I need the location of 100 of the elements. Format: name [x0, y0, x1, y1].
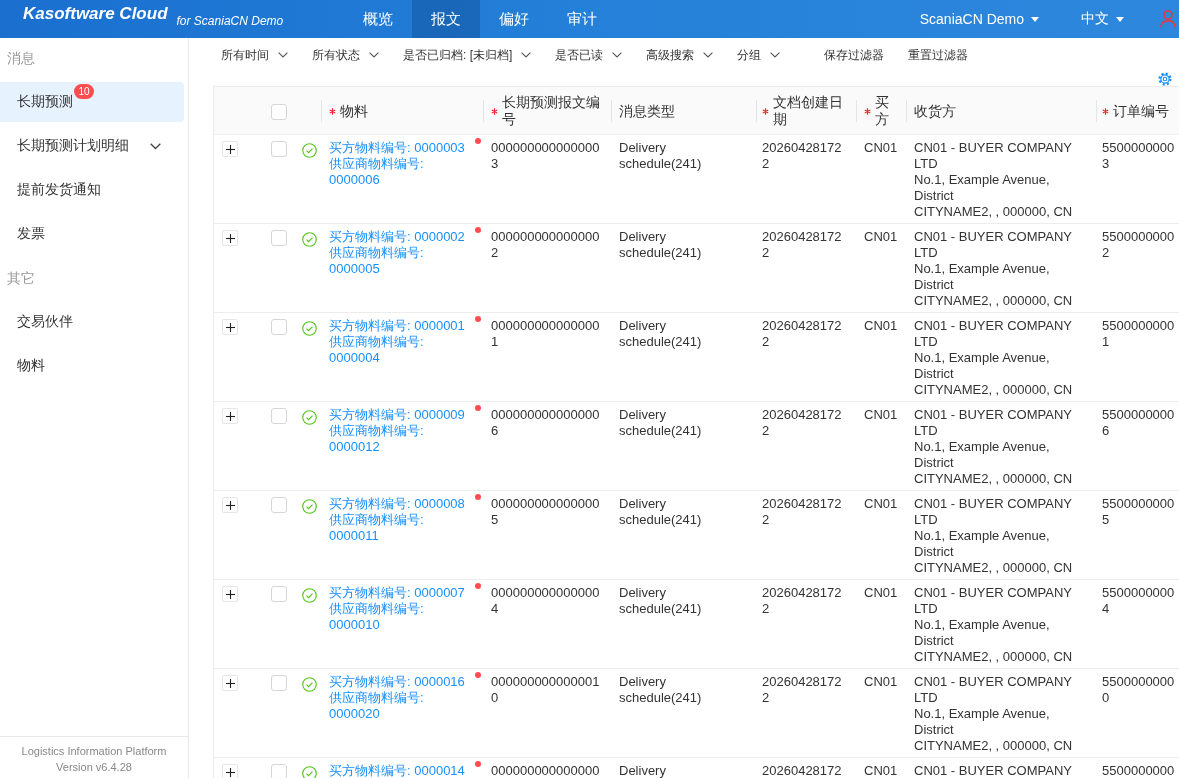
created-date: 202604281722 — [762, 318, 843, 350]
chevron-down-icon — [521, 52, 532, 58]
brand-name: Kasoftware Cloud — [23, 4, 168, 24]
caret-icon — [1116, 16, 1124, 22]
buyer-material-link[interactable]: 买方物料编号: 0000014 — [329, 763, 465, 778]
row-checkbox[interactable] — [271, 319, 287, 335]
filter-dropdown[interactable]: 是否已读 — [555, 44, 623, 66]
column-title: 买方 — [875, 94, 890, 128]
column-title: 长期预测报文编号 — [502, 94, 601, 128]
select-all-checkbox[interactable] — [271, 103, 287, 120]
nav-tab[interactable]: 偏好 — [480, 0, 548, 38]
supplier-material-link[interactable]: 供应商物料编号: 0000011 — [329, 512, 471, 544]
row-checkbox[interactable] — [271, 586, 287, 602]
order-number: 5500000000 — [1102, 763, 1176, 778]
message-type: Delivery — [619, 763, 667, 778]
supplier-material-link[interactable]: 供应商物料编号: 0000010 — [329, 601, 471, 633]
plus-icon — [225, 500, 235, 510]
created-date: 202604281722 — [762, 140, 843, 172]
filter-dropdown[interactable]: 所有时间 — [221, 44, 288, 66]
sidebar-item[interactable]: 长期预测 10 — [0, 82, 184, 122]
sidebar-item[interactable]: 提前发货通知 — [0, 170, 184, 210]
language-dropdown[interactable]: 中文 — [1081, 10, 1124, 28]
message-number: 000000000000000 — [491, 763, 601, 778]
buyer-material-link[interactable]: 买方物料编号: 0000003 — [329, 140, 465, 156]
created-date: 202604281722 — [762, 229, 843, 261]
plus-icon — [225, 767, 235, 777]
buyer-material-link[interactable]: 买方物料编号: 0000008 — [329, 496, 465, 512]
sidebar-item[interactable]: 物料 — [0, 346, 184, 386]
expand-row-button[interactable] — [222, 319, 238, 335]
sidebar-item[interactable]: 长期预测计划明细 — [0, 126, 184, 166]
receiver-address: CN01 - BUYER COMPANY LTD No.1, Example Avenue, District CITYNAME2, , 000000, CN — [914, 229, 1074, 309]
expand-row-button[interactable] — [222, 764, 238, 778]
expand-row-button[interactable] — [222, 586, 238, 602]
buyer-material-link[interactable]: 买方物料编号: 0000009 — [329, 407, 465, 423]
expand-row-button[interactable] — [222, 230, 238, 246]
filter-dropdown[interactable]: 所有状态 — [312, 44, 379, 66]
nav-tab[interactable]: 概览 — [344, 0, 412, 38]
filter-dropdown[interactable]: 分组 — [737, 44, 781, 66]
buyer-code: CN01 — [864, 229, 899, 245]
plus-icon — [225, 144, 235, 154]
plus-icon — [225, 678, 235, 688]
supplier-material-link[interactable]: 供应商物料编号: 0000005 — [329, 245, 471, 277]
column-title: 文档创建日期 — [773, 94, 844, 128]
column-title: 收货方 — [914, 102, 956, 120]
row-checkbox[interactable] — [271, 230, 287, 246]
buyer-code: CN01 — [864, 674, 899, 690]
order-number: 5500000000 6 — [1102, 407, 1176, 439]
supplier-material-link[interactable]: 供应商物料编号: 0000004 — [329, 334, 471, 366]
sidebar-section-title: 消息 — [6, 49, 36, 68]
message-type: Delivery schedule(241) — [619, 585, 703, 617]
supplier-material-link[interactable]: 供应商物料编号: 0000012 — [329, 423, 471, 455]
plus-icon — [225, 233, 235, 243]
caret-icon — [1031, 16, 1039, 22]
filter-action-button[interactable]: 重置过滤器 — [908, 44, 969, 66]
message-number: 0000000000000002 — [491, 229, 601, 261]
supplier-material-link[interactable]: 供应商物料编号: 0000020 — [329, 690, 471, 722]
filter-dropdown[interactable]: 高级搜索 — [646, 44, 714, 66]
buyer-code: CN01 — [864, 585, 899, 601]
chevron-down-icon — [278, 52, 288, 58]
order-number: 5500000000 1 — [1102, 318, 1176, 350]
expand-row-button[interactable] — [222, 141, 238, 157]
filter-dropdown[interactable]: 是否已归档: [未归档] — [403, 44, 532, 66]
created-date: 20260428172 — [762, 763, 843, 778]
row-checkbox[interactable] — [271, 764, 287, 778]
created-date: 202604281722 — [762, 496, 843, 528]
receiver-address: CN01 - BUYER COMPANY LTD No.1, Example Avenue, District CITYNAME2, , 000000, CN — [914, 496, 1074, 576]
message-number: 0000000000000001 — [491, 318, 601, 350]
user-icon[interactable] — [1160, 10, 1176, 28]
row-checkbox[interactable] — [271, 497, 287, 513]
plus-icon — [225, 589, 235, 599]
nav-tab[interactable]: 审计 — [548, 0, 616, 38]
order-number: 5500000000 0 — [1102, 674, 1176, 706]
row-checkbox[interactable] — [271, 675, 287, 691]
sidebar-item[interactable]: 发票 — [0, 214, 184, 254]
order-number: 5500000000 4 — [1102, 585, 1176, 617]
message-number: 0000000000000005 — [491, 496, 601, 528]
buyer-material-link[interactable]: 买方物料编号: 0000002 — [329, 229, 465, 245]
expand-row-button[interactable] — [222, 675, 238, 691]
receiver-address: CN01 - BUYER COMPANY LTD No.1, Example Avenue, District CITYNAME2, , 000000, CN — [914, 585, 1074, 665]
buyer-material-link[interactable]: 买方物料编号: 0000001 — [329, 318, 465, 334]
buyer-code: CN01 — [864, 496, 899, 512]
nav-tab[interactable]: 报文 — [412, 0, 480, 38]
filter-action-button[interactable]: 保存过滤器 — [824, 44, 885, 66]
buyer-material-link[interactable]: 买方物料编号: 0000007 — [329, 585, 465, 601]
chevron-down-icon — [369, 52, 379, 58]
count-badge: 10 — [74, 84, 94, 99]
settings-icon[interactable] — [1158, 72, 1172, 86]
expand-row-button[interactable] — [222, 497, 238, 513]
account-dropdown[interactable]: ScaniaCN Demo — [919, 11, 1039, 27]
row-checkbox[interactable] — [271, 141, 287, 157]
message-type: Delivery schedule(241) — [619, 674, 703, 706]
row-checkbox[interactable] — [271, 408, 287, 424]
sidebar-item[interactable]: 交易伙伴 — [0, 302, 184, 342]
supplier-material-link[interactable]: 供应商物料编号: 0000006 — [329, 156, 471, 188]
message-type: Delivery schedule(241) — [619, 407, 703, 439]
buyer-material-link[interactable]: 买方物料编号: 0000016 — [329, 674, 465, 690]
expand-row-button[interactable] — [222, 408, 238, 424]
brand-subtitle: for ScaniaCN Demo — [176, 14, 284, 29]
message-number: 0000000000000003 — [491, 140, 601, 172]
chevron-down-icon — [770, 52, 781, 58]
